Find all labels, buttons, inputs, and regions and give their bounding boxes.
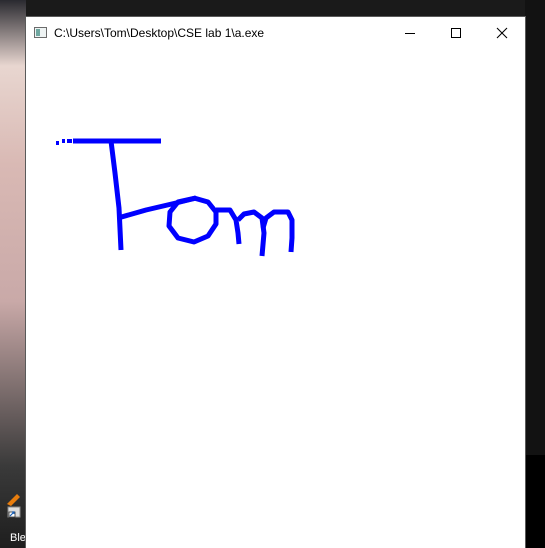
desktop-background-right-lower — [525, 455, 545, 548]
maximize-icon — [451, 27, 461, 38]
shortcut-label[interactable]: Ble — [10, 532, 26, 544]
title-bar[interactable]: C:\Users\Tom\Desktop\CSE lab 1\a.exe — [26, 17, 525, 48]
drawing-canvas[interactable] — [26, 48, 525, 548]
minimize-button[interactable] — [387, 17, 433, 48]
minimize-icon — [405, 32, 415, 34]
app-window: C:\Users\Tom\Desktop\CSE lab 1\a.exe — [26, 17, 525, 548]
handwritten-tom-drawing — [56, 138, 295, 257]
maximize-button[interactable] — [433, 17, 479, 48]
window-title: C:\Users\Tom\Desktop\CSE lab 1\a.exe — [54, 26, 265, 40]
close-button[interactable] — [479, 17, 525, 48]
shortcut-app-icon[interactable] — [3, 494, 23, 518]
desktop-background-left — [0, 0, 26, 548]
close-icon — [496, 27, 508, 38]
console-app-icon — [34, 27, 47, 38]
